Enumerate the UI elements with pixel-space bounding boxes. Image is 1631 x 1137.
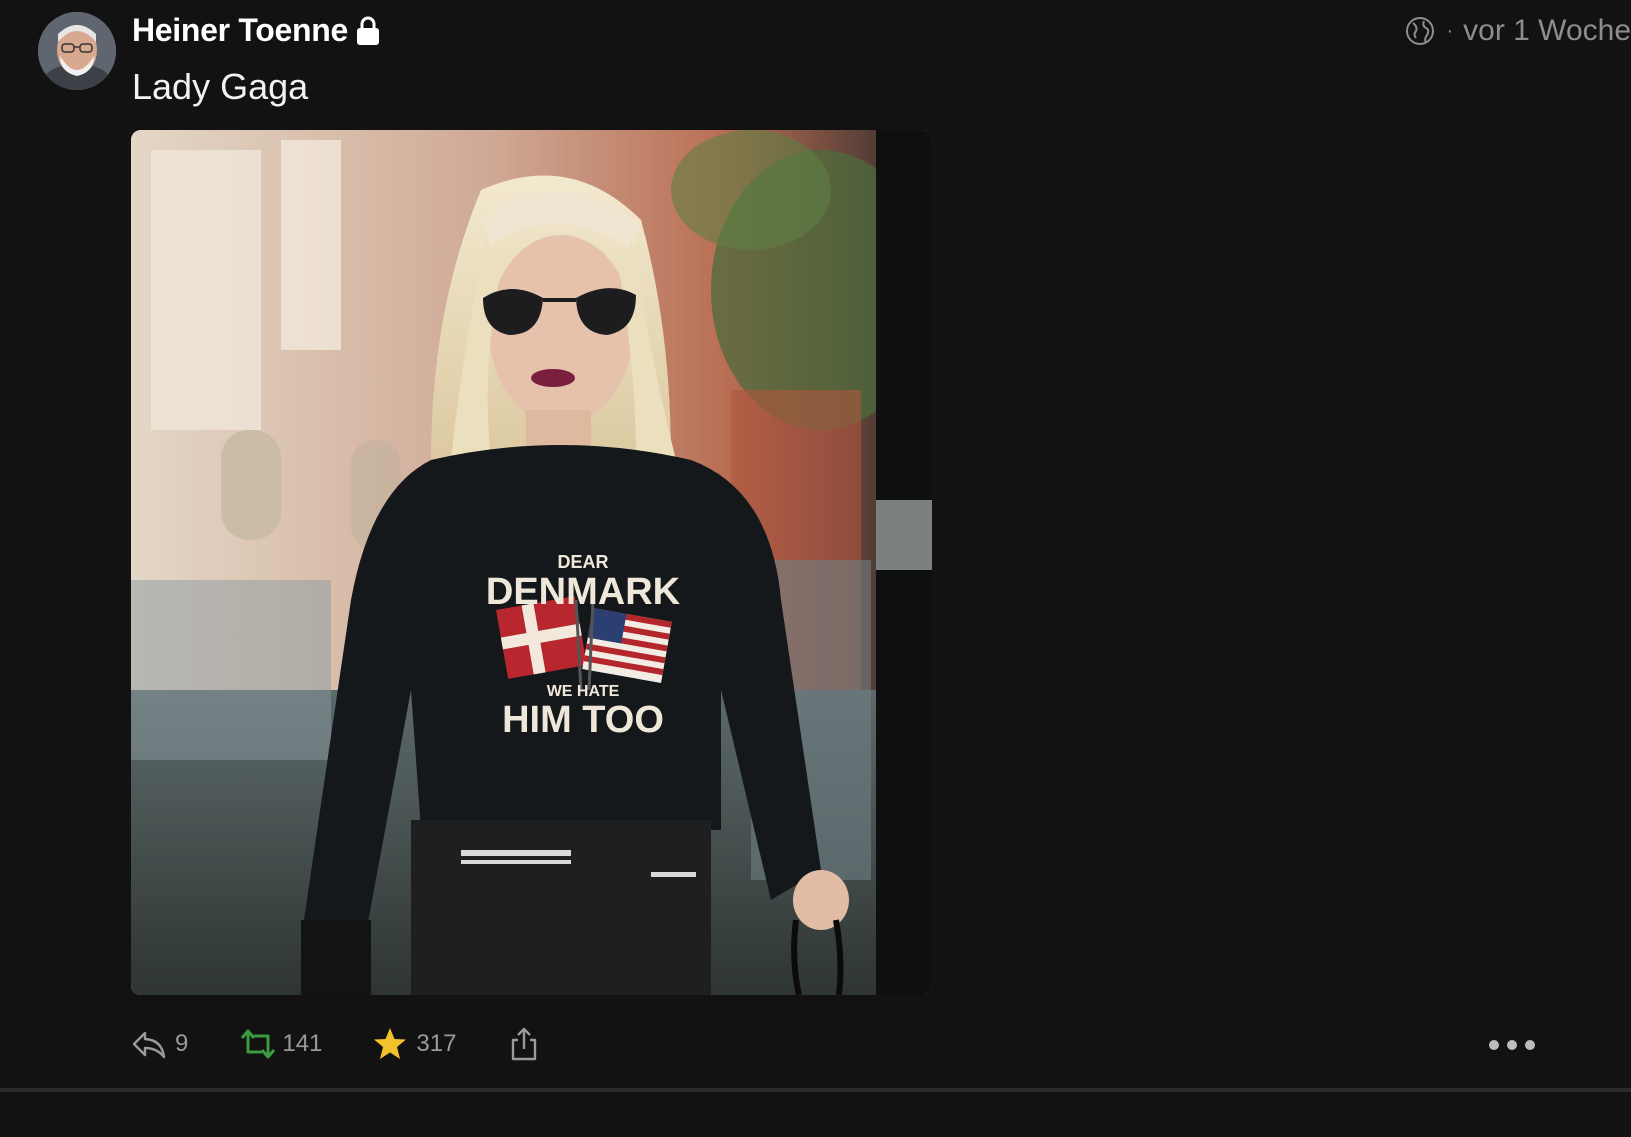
favourite-button[interactable]: 317 bbox=[372, 1026, 456, 1062]
shirt-text-him-too: HIM TOO bbox=[502, 699, 664, 741]
reply-button[interactable]: 9 bbox=[131, 1026, 188, 1062]
shirt-text-denmark: DENMARK bbox=[486, 571, 681, 613]
lock-icon bbox=[356, 15, 380, 47]
reply-count: 9 bbox=[175, 1030, 189, 1057]
action-bar: 9 141 317 bbox=[131, 1026, 592, 1062]
post-meta: · vor 1 Woche bbox=[1404, 14, 1631, 48]
post: Heiner Toenne · vor 1 Woche Lady Gaga DE… bbox=[0, 0, 1631, 1137]
meta-separator: · bbox=[1446, 19, 1454, 42]
author-header: Heiner Toenne bbox=[132, 12, 380, 49]
divider bbox=[0, 1088, 1631, 1092]
post-text: Lady Gaga bbox=[132, 66, 309, 107]
boost-button[interactable]: 141 bbox=[238, 1026, 322, 1062]
reply-icon bbox=[131, 1026, 167, 1062]
star-icon bbox=[372, 1026, 408, 1062]
author-name[interactable]: Heiner Toenne bbox=[132, 12, 348, 49]
shirt-text-dear: DEAR bbox=[557, 552, 608, 572]
more-options-icon[interactable] bbox=[1489, 1040, 1535, 1050]
avatar[interactable] bbox=[38, 12, 116, 90]
share-icon bbox=[506, 1026, 542, 1062]
post-time[interactable]: vor 1 Woche bbox=[1463, 14, 1631, 48]
favourite-count: 317 bbox=[416, 1030, 457, 1057]
globe-icon[interactable] bbox=[1404, 15, 1436, 47]
share-button[interactable] bbox=[506, 1026, 542, 1062]
more-dot bbox=[1525, 1040, 1535, 1050]
more-dot bbox=[1489, 1040, 1499, 1050]
shirt-text-we-hate: WE HATE bbox=[547, 683, 620, 700]
post-image[interactable]: DEAR DENMARK WE HATE HIM TOO bbox=[131, 130, 932, 995]
boost-icon bbox=[238, 1026, 276, 1062]
boost-count: 141 bbox=[282, 1030, 323, 1057]
more-dot bbox=[1507, 1040, 1517, 1050]
